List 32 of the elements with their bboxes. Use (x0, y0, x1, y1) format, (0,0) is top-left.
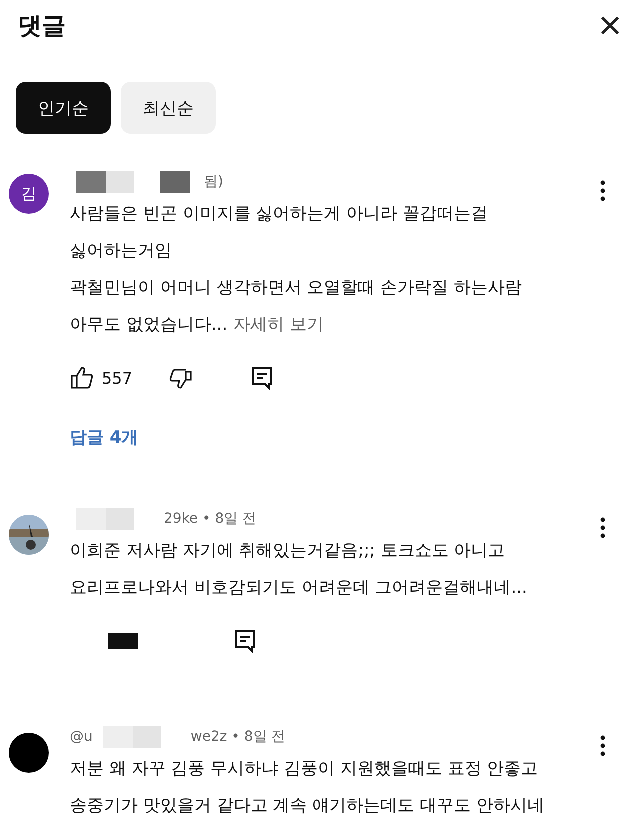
comment-text: 저분 왜 자꾸 김풍 무시하냐 김풍이 지원했을때도 표정 안좋고 (70, 758, 540, 781)
comment-icon (234, 629, 256, 653)
comment-text: 이희준 저사람 자기에 취해있는거같음;;; 토크쇼도 아니고 (70, 540, 506, 563)
reply-button[interactable] (234, 629, 256, 653)
more-options-icon[interactable] (600, 735, 606, 757)
comment-text: 송중기가 맛있을거 같다고 계속 얘기하는데도 대꾸도 안하시네 (70, 795, 546, 818)
comment-text: 싫어하는거임 (70, 240, 173, 263)
avatar (9, 733, 49, 773)
dislike-button[interactable] (168, 366, 193, 390)
more-options-icon[interactable] (600, 517, 606, 539)
more-options-icon[interactable] (600, 180, 606, 202)
comment-text: 사람들은 빈곤 이미지를 싫어하는게 아니라 꼴갑떠는걸 (70, 203, 490, 226)
like-button[interactable] (70, 366, 94, 390)
sort-tab[interactable]: 최신순 (121, 82, 216, 134)
comment-text: 곽철민님이 어머니 생각하면서 오열할때 손가락질 하는사람 (70, 277, 524, 300)
comment-meta: 됨) (204, 173, 224, 191)
avatar: 김 (9, 174, 49, 214)
replies-link[interactable]: 답글 4개 (70, 426, 139, 449)
thumbs-up-icon (70, 366, 94, 390)
reply-button[interactable] (250, 366, 273, 390)
comment-text: 아무도 없었습니다... 자세히 보기 (70, 314, 326, 337)
like-count: 557 (102, 368, 133, 388)
comment-author: @u (70, 729, 93, 745)
read-more-link[interactable]: 자세히 보기 (234, 315, 324, 335)
comment-text: 요리프로나와서 비호감되기도 어려운데 그어려운걸해내네... (70, 577, 528, 600)
sort-tab[interactable]: 인기순 (16, 82, 111, 134)
close-button[interactable]: × (598, 6, 622, 46)
thumbs-down-icon (168, 366, 193, 390)
comment-meta: 29ke • 8일 전 (164, 510, 257, 528)
comment-icon (250, 366, 273, 390)
comment-meta: we2z • 8일 전 (190, 728, 286, 746)
panel-title: 댓글 (18, 11, 66, 42)
